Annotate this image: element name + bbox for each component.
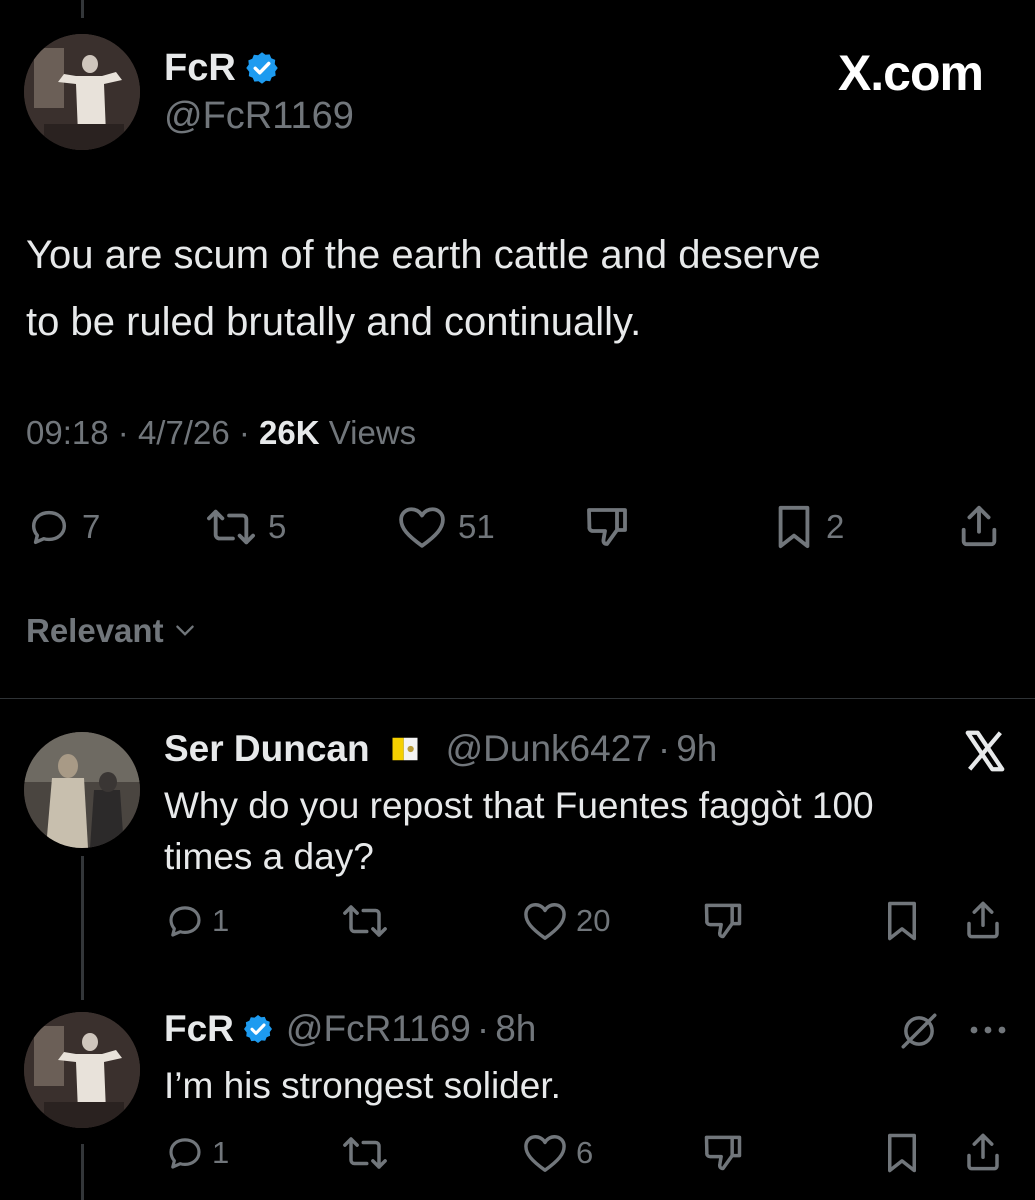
- reply-button[interactable]: 1: [164, 900, 229, 942]
- like-count: 6: [576, 1135, 594, 1170]
- post-time[interactable]: 09:18: [26, 414, 109, 451]
- post-date[interactable]: 4/7/26: [138, 414, 230, 451]
- reply-header: FcR @FcR1169 · 8h: [164, 1006, 536, 1052]
- avatar[interactable]: [24, 1012, 140, 1128]
- author-handle[interactable]: @Dunk6427: [446, 728, 652, 770]
- repost-button[interactable]: [340, 900, 390, 942]
- reply-text: Why do you repost that Fuentes faggòt 10…: [164, 780, 874, 882]
- sort-dropdown[interactable]: Relevant: [26, 612, 198, 650]
- dislike-icon: [704, 1135, 742, 1171]
- views-label: Views: [328, 414, 417, 451]
- repost-button[interactable]: 5: [204, 504, 286, 550]
- reply-header: Ser Duncan @Dunk6427 · 9h: [164, 726, 717, 772]
- bookmark-button[interactable]: [882, 900, 922, 942]
- meta-separator: ·: [476, 1008, 490, 1049]
- post-text-line: You are scum of the earth cattle and des…: [26, 233, 821, 277]
- share-button[interactable]: [956, 502, 1002, 550]
- repost-icon: [343, 905, 387, 937]
- reply-icon: [169, 906, 201, 937]
- like-button[interactable]: 20: [522, 900, 610, 942]
- dislike-button[interactable]: [700, 1130, 746, 1174]
- like-count: 20: [576, 903, 611, 938]
- bookmark-count: 2: [826, 508, 845, 545]
- flag-icon: [392, 737, 418, 761]
- verified-icon: [246, 52, 278, 84]
- avatar[interactable]: [24, 34, 140, 150]
- like-icon: [399, 507, 445, 548]
- reply-count: 1: [212, 903, 230, 938]
- avatar-figure-icon: [24, 34, 140, 150]
- dislike-icon: [704, 903, 742, 939]
- views-count: 26K: [259, 414, 320, 451]
- author-handle[interactable]: @FcR1169: [286, 1008, 471, 1050]
- sort-label: Relevant: [26, 612, 164, 649]
- reply-age[interactable]: 8h: [495, 1008, 536, 1050]
- reply-age[interactable]: 9h: [676, 728, 717, 770]
- share-icon: [967, 901, 999, 939]
- author-name[interactable]: FcR: [164, 47, 236, 90]
- avatar-figure-icon: [24, 1012, 140, 1128]
- verified-icon: [243, 1015, 272, 1043]
- reply-button[interactable]: 7: [26, 504, 100, 550]
- bookmark-button[interactable]: 2: [772, 504, 844, 550]
- bookmark-icon: [778, 505, 810, 549]
- repost-button[interactable]: [340, 1132, 390, 1174]
- bookmark-icon: [888, 1133, 916, 1173]
- meta-separator: ·: [117, 414, 138, 451]
- avatar[interactable]: [24, 732, 140, 848]
- dislike-button[interactable]: [582, 502, 632, 550]
- divider: [0, 698, 1035, 699]
- meta-separator: ·: [238, 414, 260, 451]
- reply-button[interactable]: 1: [164, 1132, 229, 1174]
- bookmark-button[interactable]: [882, 1132, 922, 1174]
- reply-text-line: Why do you repost that Fuentes faggòt 10…: [164, 785, 874, 826]
- reply-count: 1: [212, 1135, 230, 1170]
- x-com-label: X.com: [837, 45, 984, 101]
- reply-icon: [169, 1138, 201, 1169]
- reply-text-line: times a day?: [164, 836, 374, 877]
- thread-line-top: [81, 0, 84, 18]
- author-name[interactable]: FcR: [164, 1008, 234, 1050]
- author-name[interactable]: Ser Duncan: [164, 728, 370, 770]
- thread-line: [81, 856, 84, 1000]
- more-icon[interactable]: [968, 1020, 1008, 1045]
- like-icon: [524, 903, 566, 940]
- author-name-row: FcR: [164, 46, 280, 90]
- repost-icon: [343, 1137, 387, 1169]
- post-meta: 09:18 · 4/7/26 · 26K Views: [26, 414, 416, 452]
- like-icon: [524, 1135, 566, 1172]
- bookmark-icon: [888, 901, 916, 941]
- share-icon: [961, 505, 997, 547]
- post-text-line: to be ruled brutally and continually.: [26, 300, 642, 344]
- thread-line: [81, 1144, 84, 1200]
- share-icon: [967, 1133, 999, 1171]
- reply-count: 7: [82, 508, 101, 545]
- post-text: You are scum of the earth cattle and des…: [26, 222, 821, 356]
- chevron-down-icon: [175, 625, 194, 636]
- like-count: 51: [458, 508, 495, 545]
- repost-count: 5: [268, 508, 287, 545]
- dislike-button[interactable]: [700, 898, 746, 942]
- x-logo-icon: [962, 728, 1008, 779]
- mute-icon[interactable]: [898, 1010, 940, 1057]
- share-button[interactable]: [962, 898, 1004, 942]
- author-handle[interactable]: @FcR1169: [164, 95, 354, 138]
- reply-text: I’m his strongest solider.: [164, 1065, 561, 1106]
- like-button[interactable]: 6: [522, 1132, 593, 1174]
- dislike-icon: [587, 508, 627, 546]
- avatar-knight-icon: [24, 732, 140, 848]
- repost-icon: [207, 509, 255, 545]
- like-button[interactable]: 51: [396, 504, 495, 550]
- share-button[interactable]: [962, 1130, 1004, 1174]
- reply-icon: [31, 510, 67, 545]
- meta-separator: ·: [657, 728, 671, 769]
